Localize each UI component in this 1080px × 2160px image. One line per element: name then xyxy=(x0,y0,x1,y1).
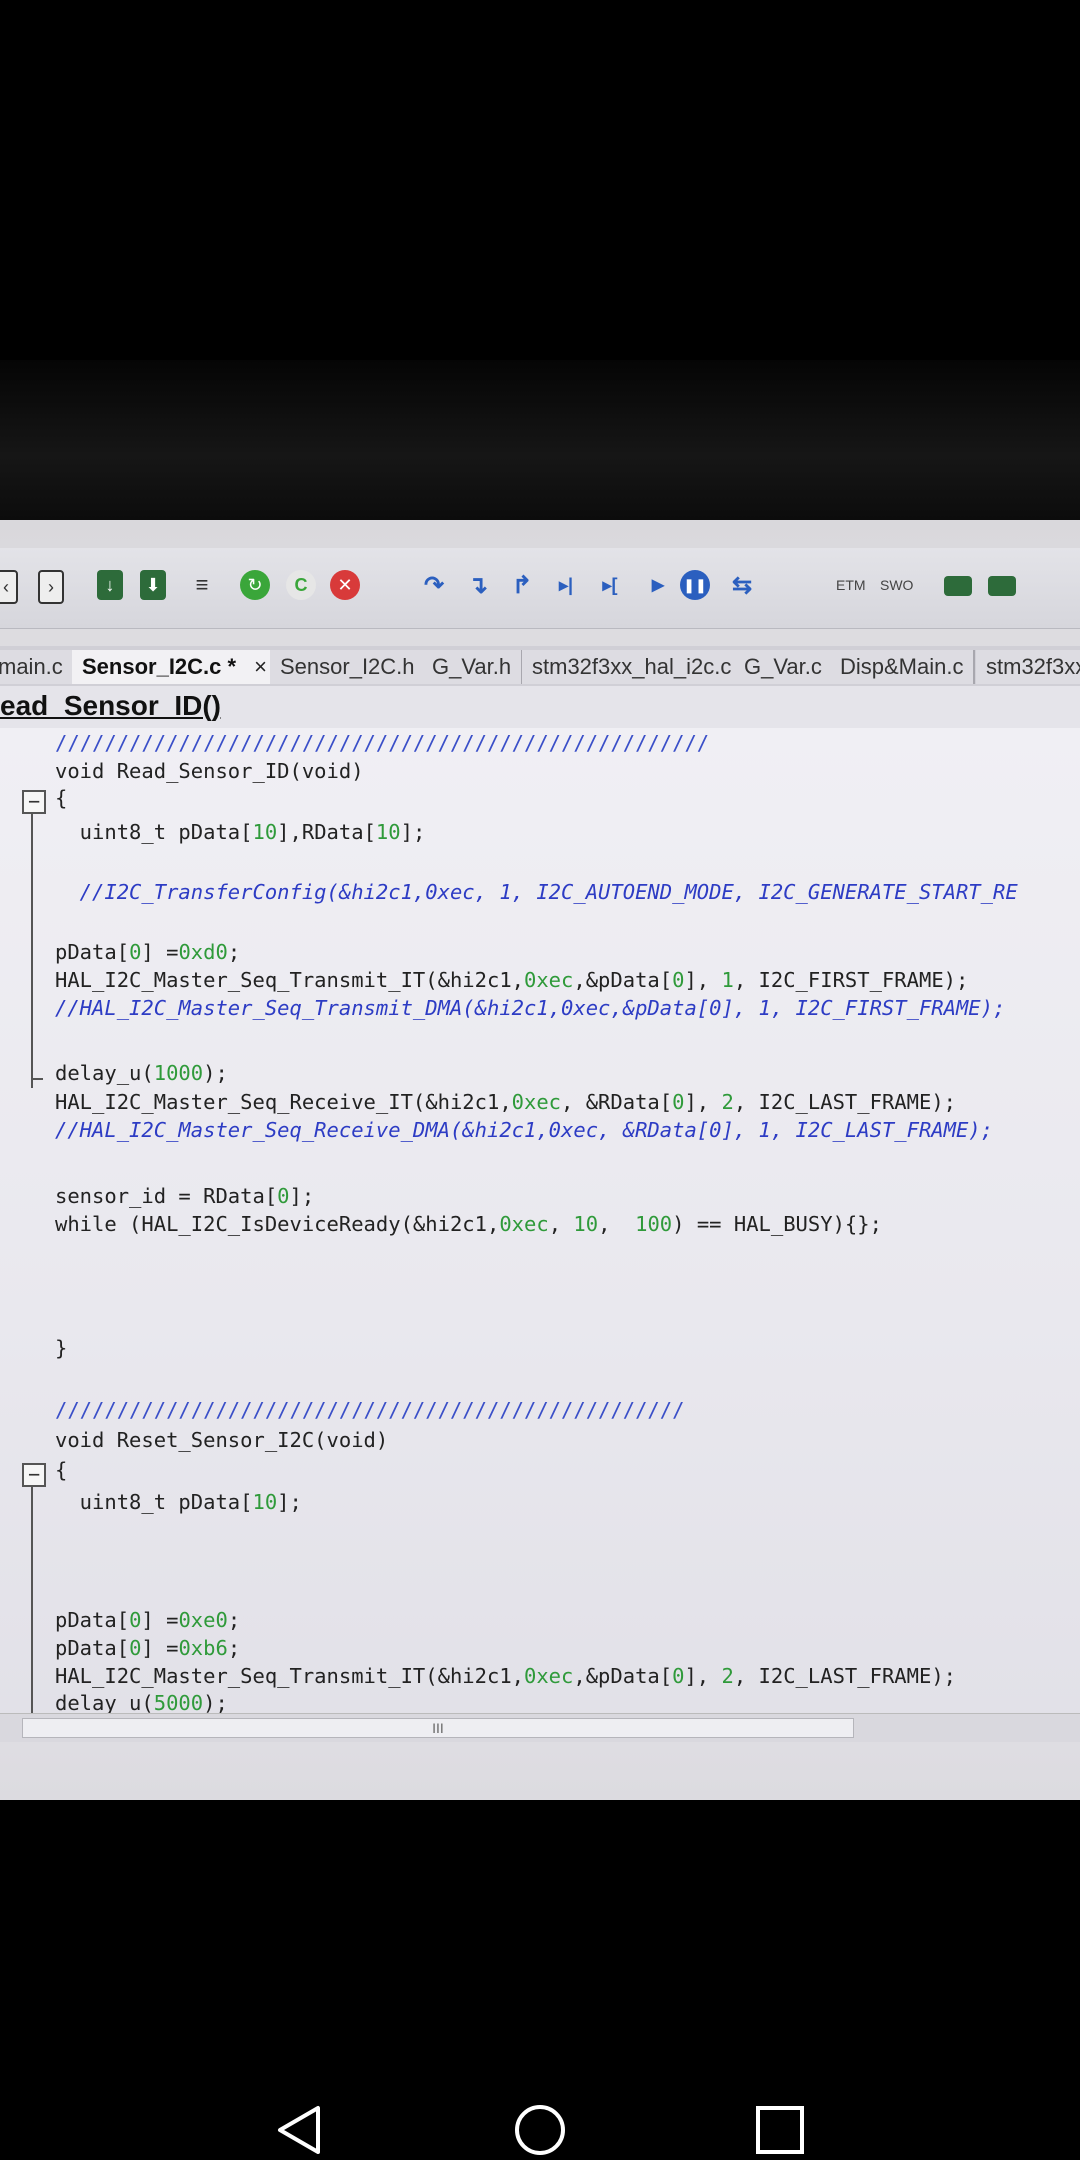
tab-sensor-i2c-c[interactable]: Sensor_I2C.c * × xyxy=(72,650,279,684)
code-comment-line: //I2C_TransferConfig(&hi2c1,0xec, 1, I2C… xyxy=(55,880,1018,904)
horizontal-scrollbar[interactable]: III xyxy=(0,1713,1080,1742)
code-line: void Reset_Sensor_I2C(void) xyxy=(55,1428,389,1452)
tab-close-icon[interactable]: × xyxy=(254,654,267,680)
function-navigation-bar: ead_Sensor_ID() xyxy=(0,686,1080,729)
recent-apps-icon[interactable] xyxy=(750,2100,810,2160)
code-line: pData[0] =0xe0; xyxy=(55,1608,241,1632)
step-over-icon[interactable]: ↷ xyxy=(420,570,448,600)
tab-disp-main-c[interactable]: Disp&Main.c xyxy=(830,650,976,684)
code-comment-line: //HAL_I2C_Master_Seq_Receive_DMA(&hi2c1,… xyxy=(55,1118,993,1142)
code-line: sensor_id = RData[0]; xyxy=(55,1184,315,1208)
chart-icon[interactable] xyxy=(944,576,972,596)
fold-end xyxy=(31,1078,43,1080)
code-line: delay_u(5000); xyxy=(55,1691,228,1713)
nav-back-icon[interactable]: ‹ xyxy=(0,570,18,604)
flash-download-icon[interactable]: ⬇ xyxy=(140,570,166,600)
back-icon[interactable] xyxy=(270,2100,330,2160)
fold-guide-2 xyxy=(31,1471,33,1713)
pause-icon[interactable]: ❚❚ xyxy=(680,570,710,600)
code-editor[interactable]: − − ////////////////////////////////////… xyxy=(0,728,1080,1713)
tab-sensor-i2c-h[interactable]: Sensor_I2C.h xyxy=(270,650,427,684)
list-icon[interactable]: ≡ xyxy=(188,570,216,600)
tab-g-var-c[interactable]: G_Var.c xyxy=(734,650,834,684)
fold-toggle-icon[interactable]: − xyxy=(22,790,46,814)
monitor-bezel xyxy=(0,360,1080,786)
step-into-icon[interactable]: ↴ xyxy=(464,570,492,600)
show-next-icon[interactable]: ▸[ xyxy=(596,570,624,600)
code-line: uint8_t pData[10]; xyxy=(55,1490,302,1514)
system-navigation-bar xyxy=(0,2020,1080,2160)
fold-guide xyxy=(31,798,33,1088)
run-to-cursor-icon[interactable]: ▸| xyxy=(552,570,580,600)
trace-icon[interactable] xyxy=(988,576,1016,596)
ide-toolbar: ‹ › ↓ ⬇ ≡ ↻ C ✕ ↷ ↴ ↱ ▸| ▸[ ▶ ❚❚ ⇆ ETM S… xyxy=(0,548,1080,629)
code-line: { xyxy=(55,1458,68,1482)
tab-g-var-h[interactable]: G_Var.h xyxy=(422,650,524,684)
code-comment-line: //HAL_I2C_Master_Seq_Transmit_DMA(&hi2c1… xyxy=(55,996,1006,1020)
tab-main-c[interactable]: main.c xyxy=(0,650,75,684)
code-line: pData[0] =0xb6; xyxy=(55,1636,241,1660)
code-line: pData[0] =0xd0; xyxy=(55,940,241,964)
comment-separator: ////////////////////////////////////////… xyxy=(55,1398,685,1422)
reset-icon[interactable]: ↻ xyxy=(240,570,270,600)
tab-stm32f3xx[interactable]: stm32f3xx_ xyxy=(976,650,1080,684)
download-icon[interactable]: ↓ xyxy=(97,570,123,600)
step-out-icon[interactable]: ↱ xyxy=(508,570,536,600)
scrollbar-thumb[interactable]: III xyxy=(22,1718,854,1738)
loop-icon[interactable]: ⇆ xyxy=(728,570,756,600)
current-function-name[interactable]: ead_Sensor_ID() xyxy=(0,690,221,722)
code-line: { xyxy=(55,786,68,810)
code-line: HAL_I2C_Master_Seq_Transmit_IT(&hi2c1,0x… xyxy=(55,968,969,992)
reset-run-icon[interactable]: C xyxy=(286,570,316,600)
tab-stm32f3xx-hal-i2c-c[interactable]: stm32f3xx_hal_i2c.c xyxy=(522,650,744,684)
stop-icon[interactable]: ✕ xyxy=(330,570,360,600)
code-line: uint8_t pData[10],RData[10]; xyxy=(55,820,426,844)
code-line: delay_u(1000); xyxy=(55,1061,228,1085)
code-line: while (HAL_I2C_IsDeviceReady(&hi2c1,0xec… xyxy=(55,1212,882,1236)
comment-separator: ////////////////////////////////////////… xyxy=(55,731,710,755)
code-line: HAL_I2C_Master_Seq_Transmit_IT(&hi2c1,0x… xyxy=(55,1664,957,1688)
run-icon[interactable]: ▶ xyxy=(644,570,672,600)
fold-toggle-icon-2[interactable]: − xyxy=(22,1463,46,1487)
code-line: } xyxy=(55,1336,68,1360)
code-line: void Read_Sensor_ID(void) xyxy=(55,759,364,783)
swo-label[interactable]: SWO xyxy=(880,570,913,600)
code-line: HAL_I2C_Master_Seq_Receive_IT(&hi2c1,0xe… xyxy=(55,1090,957,1114)
etm-label[interactable]: ETM xyxy=(836,570,866,600)
file-tab-bar: main.c Sensor_I2C.c * × Sensor_I2C.h G_V… xyxy=(0,646,1080,688)
home-icon[interactable] xyxy=(510,2100,570,2160)
nav-forward-icon[interactable]: › xyxy=(38,570,64,604)
